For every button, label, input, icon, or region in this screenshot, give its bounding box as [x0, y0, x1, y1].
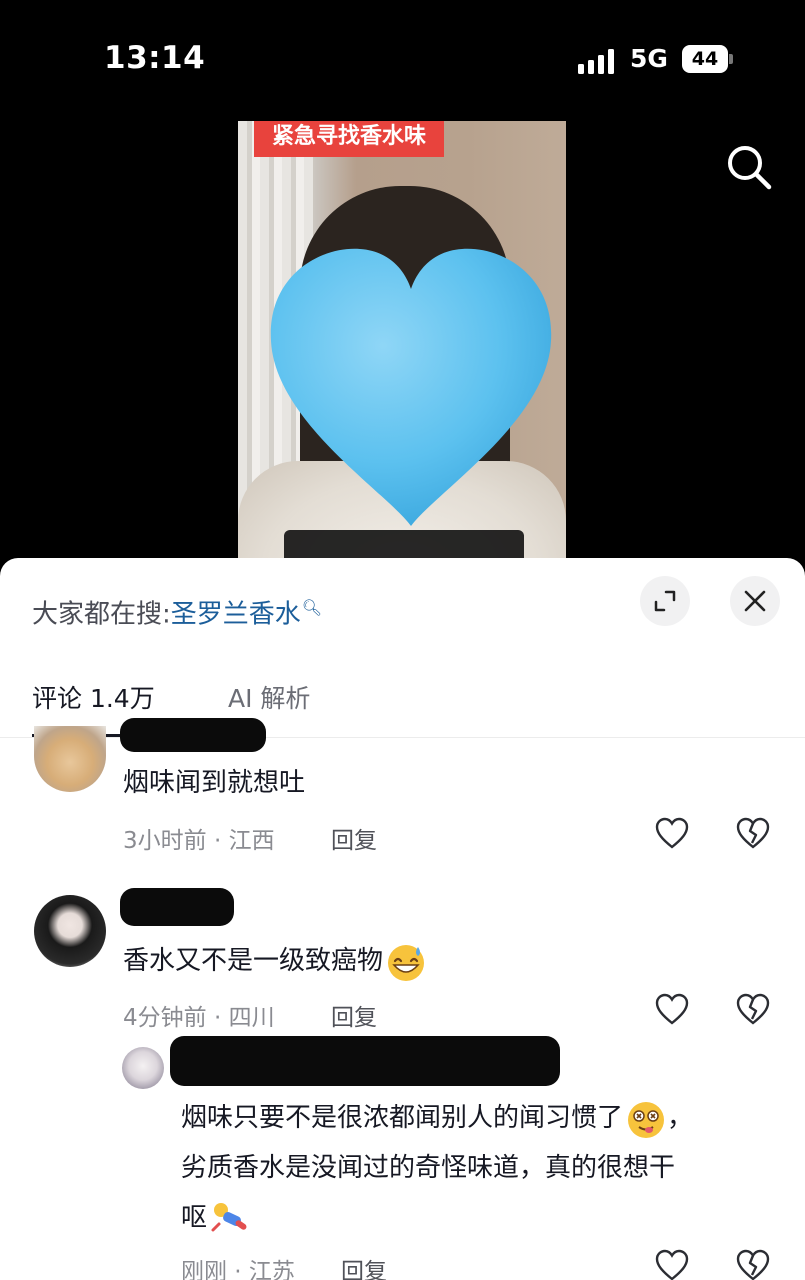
tab-ai-analysis[interactable]: AI 解析	[228, 682, 310, 716]
status-time: 13:14	[104, 40, 206, 76]
comment-text: 烟味闻到就想吐	[123, 768, 306, 798]
reply-button[interactable]: 回复	[331, 998, 377, 1032]
avatar[interactable]	[34, 726, 106, 792]
expand-button[interactable]	[640, 576, 690, 626]
dislike-broken-heart-icon[interactable]	[735, 1248, 771, 1280]
like-heart-icon[interactable]	[654, 816, 690, 852]
expand-icon	[654, 590, 676, 612]
dislike-broken-heart-icon[interactable]	[735, 992, 771, 1028]
hot-search[interactable]: 大家都在搜:圣罗兰香水🔍︎	[32, 591, 322, 632]
reply-text-line: 劣质香水是没闻过的奇怪味道，真的很想干	[181, 1153, 676, 1183]
search-small-icon: 🔍︎	[301, 598, 323, 617]
close-button[interactable]	[730, 576, 780, 626]
hot-search-term[interactable]: 圣罗兰香水	[171, 600, 301, 630]
reply-button[interactable]: 回复	[331, 821, 377, 855]
redacted-username	[170, 1036, 560, 1086]
grinning-sweat-emoji	[388, 944, 425, 981]
network-type: 5G	[630, 44, 668, 73]
search-icon[interactable]	[724, 142, 774, 192]
redacted-username	[120, 718, 266, 752]
avatar[interactable]	[34, 895, 106, 967]
reply-text-line: 烟味只要不是很浓都闻别人的闻习惯了 ，	[181, 1093, 693, 1143]
battery-icon: 44	[682, 45, 733, 73]
dizzy-face-emoji	[628, 1101, 665, 1138]
comment-meta: 3小时前 · 江西	[123, 828, 275, 854]
comment-meta: 4分钟前 · 四川	[123, 1005, 275, 1031]
reply-text-line: 呕	[181, 1193, 251, 1243]
reply-meta: 刚刚 · 江苏	[181, 1259, 295, 1280]
like-heart-icon[interactable]	[654, 1248, 690, 1280]
cellular-signal-icon	[578, 48, 618, 74]
comments-sheet: 大家都在搜:圣罗兰香水🔍︎ 评论 1.4万 AI 解析 烟味闻到就想吐 3小时前…	[0, 558, 805, 1280]
hot-search-prefix: 大家都在搜:	[32, 599, 171, 630]
person-falling-emoji	[211, 1202, 247, 1231]
like-heart-icon[interactable]	[654, 992, 690, 1028]
redacted-username	[120, 888, 234, 926]
comment-text: 香水又不是一级致癌物	[123, 936, 427, 986]
close-icon	[744, 590, 766, 612]
video-caption: 紧急寻找香水味	[254, 121, 444, 157]
video-player[interactable]: 紧急寻找香水味	[238, 121, 566, 566]
battery-level: 44	[691, 48, 719, 70]
dislike-broken-heart-icon[interactable]	[735, 816, 771, 852]
avatar[interactable]	[122, 1047, 164, 1089]
tab-comments[interactable]: 评论 1.4万	[32, 682, 155, 716]
reply-button[interactable]: 回复	[341, 1252, 387, 1280]
blue-heart-emoji	[270, 248, 552, 526]
